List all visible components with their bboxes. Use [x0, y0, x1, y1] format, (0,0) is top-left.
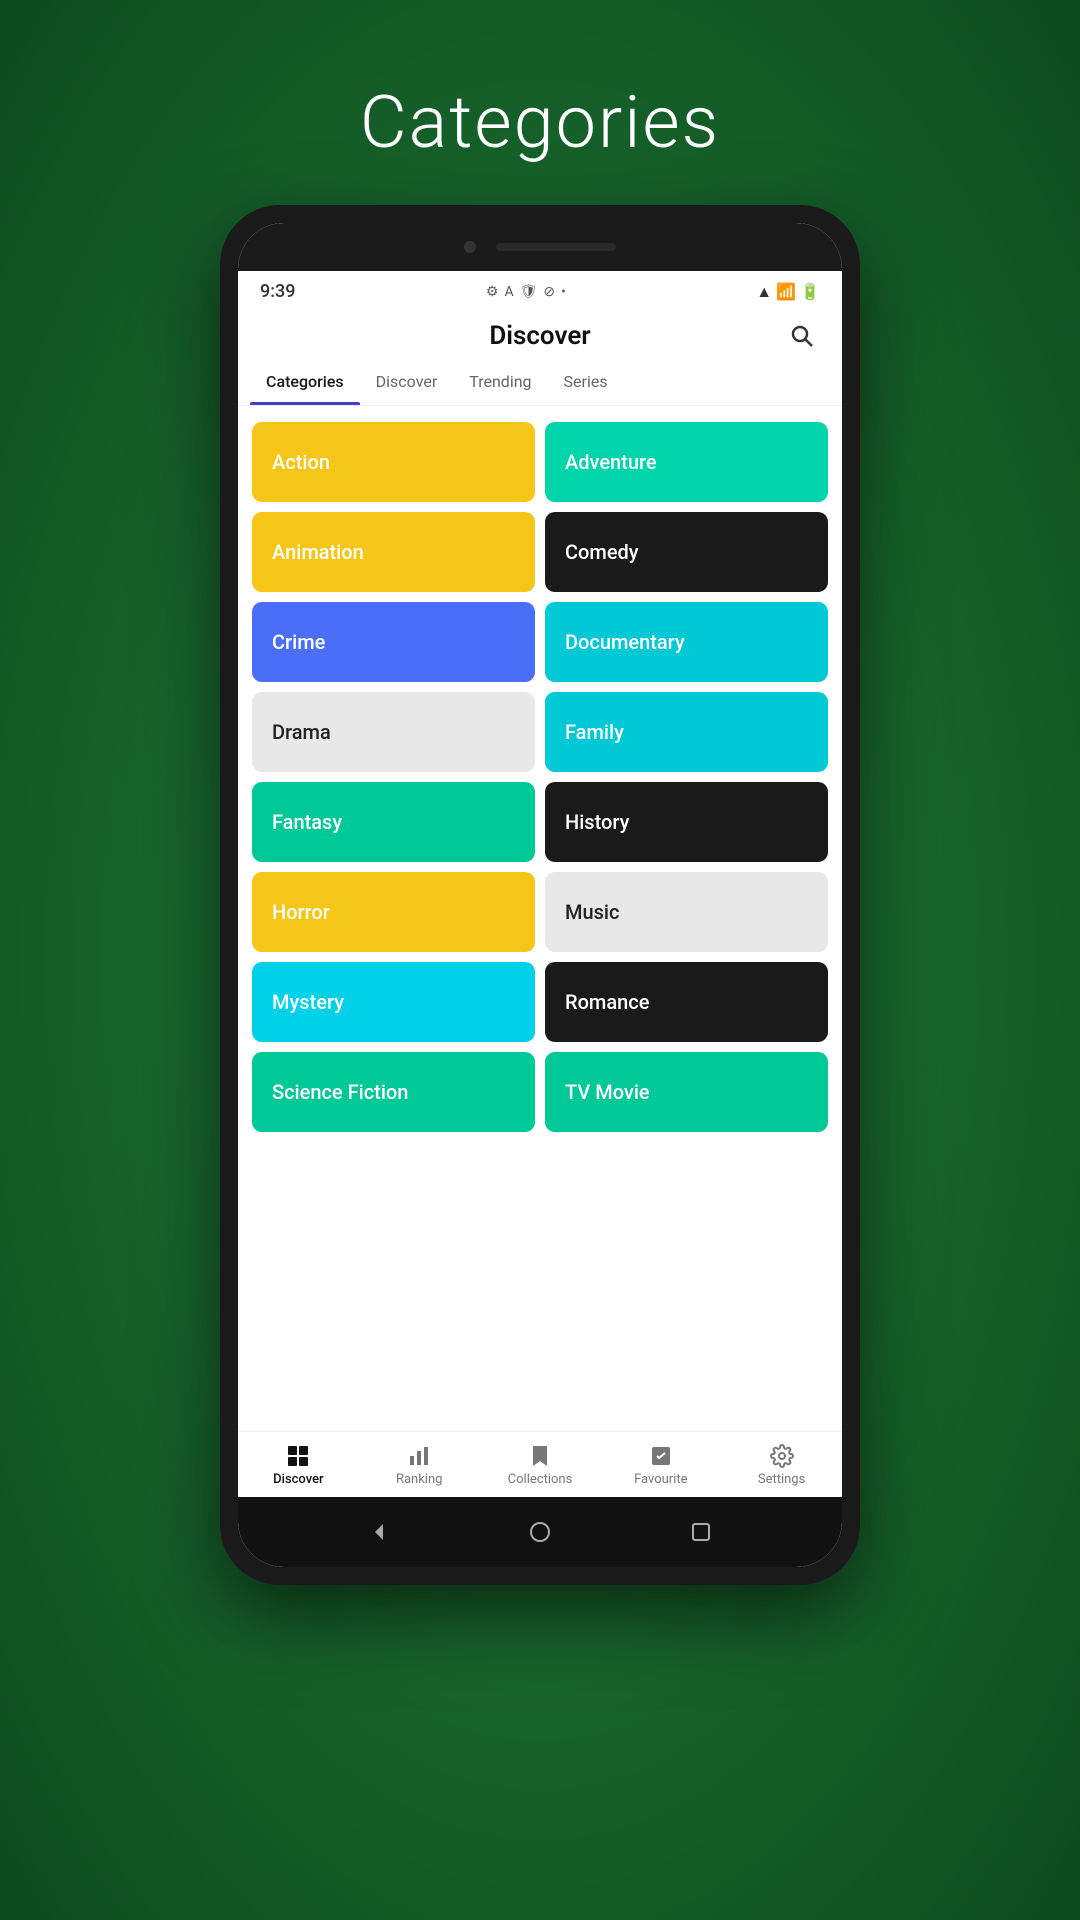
- category-card-horror[interactable]: Horror: [252, 872, 535, 952]
- ranking-label: Ranking: [396, 1472, 443, 1487]
- category-card-comedy[interactable]: Comedy: [545, 512, 828, 592]
- phone-top-bar: [238, 223, 842, 271]
- camera-dot: [464, 241, 476, 253]
- ranking-icon: [407, 1444, 431, 1468]
- status-right: ▲ 📶 🔋: [756, 282, 820, 302]
- tabs-bar: Categories Discover Trending Series: [238, 358, 842, 406]
- category-card-crime[interactable]: Crime: [252, 602, 535, 682]
- tab-discover[interactable]: Discover: [360, 358, 454, 405]
- a-icon: A: [504, 284, 513, 300]
- nav-item-favourite[interactable]: Favourite: [600, 1442, 721, 1489]
- home-button[interactable]: [526, 1518, 554, 1546]
- discover-icon: [286, 1444, 310, 1468]
- page-title-area: Categories: [0, 0, 1080, 205]
- category-card-fantasy[interactable]: Fantasy: [252, 782, 535, 862]
- nav-item-collections[interactable]: Collections: [480, 1442, 601, 1489]
- phone-container: 9:39 ⚙ A 🛡 ⊘ • ▲ 📶 🔋 Discover: [220, 205, 860, 1585]
- settings-icon: [770, 1444, 794, 1468]
- category-card-action[interactable]: Action: [252, 422, 535, 502]
- search-button[interactable]: [784, 318, 820, 354]
- status-bar: 9:39 ⚙ A 🛡 ⊘ • ▲ 📶 🔋: [238, 271, 842, 308]
- category-card-music[interactable]: Music: [545, 872, 828, 952]
- recents-button[interactable]: [687, 1518, 715, 1546]
- phone-screen: 9:39 ⚙ A 🛡 ⊘ • ▲ 📶 🔋 Discover: [238, 223, 842, 1567]
- favourite-icon: [649, 1444, 673, 1468]
- category-card-drama[interactable]: Drama: [252, 692, 535, 772]
- app-title: Discover: [296, 321, 784, 351]
- nav-item-ranking[interactable]: Ranking: [359, 1442, 480, 1489]
- signal-icon: 📶: [776, 282, 796, 301]
- nav-item-settings[interactable]: Settings: [721, 1442, 842, 1489]
- category-card-documentary[interactable]: Documentary: [545, 602, 828, 682]
- recents-square: [692, 1523, 710, 1541]
- gear-icon: ⚙: [486, 284, 499, 300]
- search-icon: [790, 324, 814, 348]
- tab-trending[interactable]: Trending: [453, 358, 547, 405]
- category-card-mystery[interactable]: Mystery: [252, 962, 535, 1042]
- favourite-label: Favourite: [634, 1472, 687, 1487]
- category-card-family[interactable]: Family: [545, 692, 828, 772]
- collections-label: Collections: [508, 1472, 573, 1487]
- dot-icon: •: [561, 284, 566, 300]
- category-card-romance[interactable]: Romance: [545, 962, 828, 1042]
- category-card-history[interactable]: History: [545, 782, 828, 862]
- phone-bottom-bar: [238, 1497, 842, 1567]
- radio-icon: ⊘: [543, 284, 555, 300]
- wifi-icon: ▲: [756, 282, 772, 302]
- tab-categories[interactable]: Categories: [250, 358, 360, 405]
- tab-series[interactable]: Series: [548, 358, 624, 405]
- settings-label: Settings: [758, 1472, 805, 1487]
- categories-grid: ActionAdventureAnimationComedyCrimeDocum…: [252, 422, 828, 1132]
- category-card-tv-movie[interactable]: TV Movie: [545, 1052, 828, 1132]
- back-button[interactable]: [365, 1518, 393, 1546]
- collections-icon: [528, 1444, 552, 1468]
- app-header: Discover: [238, 308, 842, 354]
- categories-scroll: ActionAdventureAnimationComedyCrimeDocum…: [238, 406, 842, 1431]
- status-icons: ⚙ A 🛡 ⊘ •: [486, 284, 566, 300]
- nav-item-discover[interactable]: Discover: [238, 1442, 359, 1489]
- page-title: Categories: [0, 80, 1080, 165]
- category-card-adventure[interactable]: Adventure: [545, 422, 828, 502]
- discover-label: Discover: [273, 1472, 323, 1487]
- status-time: 9:39: [260, 281, 295, 302]
- category-card-animation[interactable]: Animation: [252, 512, 535, 592]
- home-circle: [530, 1522, 550, 1542]
- battery-icon: 🔋: [800, 282, 820, 301]
- bottom-nav: Discover Ranking Collections: [238, 1431, 842, 1497]
- category-card-science-fiction[interactable]: Science Fiction: [252, 1052, 535, 1132]
- shield-icon: 🛡: [520, 284, 538, 300]
- speaker-grille: [496, 243, 616, 251]
